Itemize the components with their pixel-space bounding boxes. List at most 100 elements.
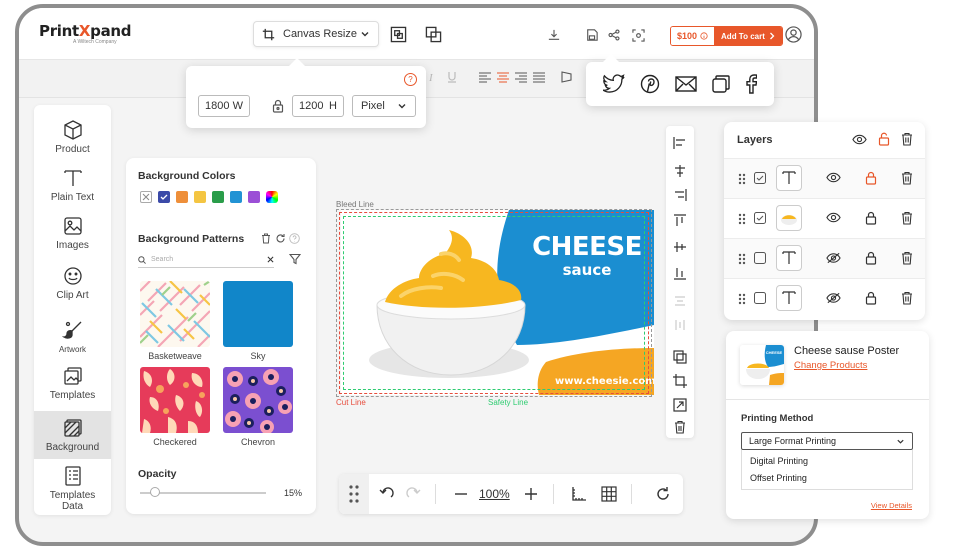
layer-checkbox[interactable] [754,252,768,266]
color-swatch-purple[interactable] [248,191,260,203]
drag-handle[interactable] [339,474,369,514]
sidebar-item-templates[interactable]: Templates [34,359,111,407]
color-swatch-orange[interactable] [176,191,188,203]
lock-icon[interactable] [865,211,879,225]
mail-icon[interactable] [675,76,697,92]
align-top-left-icon[interactable] [673,136,687,150]
trash-icon[interactable] [261,233,271,244]
layer-checkbox[interactable] [754,212,768,226]
reset-icon[interactable] [655,486,671,502]
color-swatch-yellow[interactable] [194,191,206,203]
width-input[interactable]: 1800 W [198,95,250,117]
sidebar-item-templates-data[interactable]: Templates Data [34,459,111,515]
sidebar-item-background[interactable]: Background [34,411,111,459]
eye-icon[interactable] [826,172,841,186]
pattern-search-input[interactable]: Search [138,252,274,268]
trash-icon[interactable] [901,211,915,225]
sidebar-item-plain-text[interactable]: Plain Text [34,161,111,209]
drag-handle-icon[interactable] [738,212,752,226]
italic-icon[interactable]: I [427,71,441,85]
eye-icon[interactable] [826,212,841,226]
trash-icon[interactable] [901,251,915,265]
delete-icon[interactable] [673,420,687,434]
redo-icon[interactable] [405,486,421,502]
layer-row[interactable] [724,198,925,238]
sidebar-item-images[interactable]: Images [34,209,111,257]
align-top-edge-icon[interactable] [673,214,687,228]
align-justify-icon[interactable] [533,71,547,85]
canvas-resize-button[interactable]: Canvas Resize [253,21,379,47]
opacity-slider-handle[interactable] [150,487,160,497]
download-icon[interactable] [547,28,561,42]
resize-icon[interactable] [673,398,687,412]
pattern-basketweave[interactable] [140,281,210,347]
align-left-icon[interactable] [479,71,493,85]
eye-icon[interactable] [852,134,867,145]
distribute-v-icon[interactable] [673,318,687,332]
save-icon[interactable] [585,28,599,42]
eye-off-icon[interactable] [826,292,841,306]
underline-icon[interactable] [447,71,461,85]
help-icon[interactable] [289,233,300,244]
unit-select[interactable]: Pixel [352,95,416,117]
align-h-center-icon[interactable] [673,164,687,178]
option-digital-printing[interactable]: Digital Printing [750,456,808,466]
unlock-icon[interactable] [878,132,890,146]
trash-icon[interactable] [901,291,915,305]
trash-icon[interactable] [901,132,913,146]
trash-icon[interactable] [901,171,915,185]
layer-checkbox[interactable] [754,292,768,306]
lock-icon[interactable] [865,171,879,185]
printing-method-select[interactable]: Large Format Printing [741,432,913,450]
color-swatch-none[interactable] [140,191,152,203]
lock-icon[interactable] [865,291,879,305]
group-icon[interactable] [388,24,408,44]
lock-icon[interactable] [865,251,879,265]
sidebar-item-product[interactable]: Product [34,113,111,161]
user-avatar-icon[interactable] [784,25,802,43]
copy-icon[interactable] [712,75,730,93]
align-right-icon[interactable] [515,71,529,85]
layer-row[interactable] [724,158,925,198]
pattern-checkered[interactable] [140,367,210,433]
zoom-level[interactable]: 100% [479,487,510,501]
sidebar-item-artwork[interactable]: Artwork [34,313,111,361]
lock-ratio-icon[interactable] [272,99,284,113]
refresh-icon[interactable] [275,233,286,244]
add-to-cart-button[interactable]: Add To cart [714,27,782,45]
align-right-edge-icon[interactable] [673,188,687,202]
ruler-icon[interactable] [571,486,587,502]
facebook-icon[interactable] [745,74,757,94]
layer-row[interactable] [724,238,925,278]
flip-icon[interactable] [561,71,575,85]
zoom-in-icon[interactable] [523,486,539,502]
option-offset-printing[interactable]: Offset Printing [750,473,807,483]
drag-handle-icon[interactable] [738,172,752,186]
layer-checkbox[interactable] [754,172,768,186]
pattern-sky[interactable] [223,281,293,347]
color-swatch-blue-selected[interactable] [158,191,170,203]
eye-off-icon[interactable] [826,252,841,266]
view-details-link[interactable]: View Details [871,501,912,510]
height-input[interactable]: 1200 H [292,95,344,117]
color-swatch-sky[interactable] [230,191,242,203]
distribute-h-icon[interactable] [673,294,687,308]
ungroup-icon[interactable] [423,24,443,44]
undo-icon[interactable] [379,486,395,502]
twitter-icon[interactable] [603,74,625,94]
drag-handle-icon[interactable] [738,292,752,306]
filter-icon[interactable] [289,253,301,265]
pattern-chevron[interactable] [223,367,293,433]
clear-icon[interactable] [267,256,274,263]
color-picker-icon[interactable] [266,191,278,203]
help-icon[interactable]: ? [404,73,417,86]
drag-handle-icon[interactable] [738,252,752,266]
crop-tool-icon[interactable] [673,374,687,388]
sidebar-item-clip-art[interactable]: Clip Art [34,259,111,307]
color-swatch-green[interactable] [212,191,224,203]
layer-row[interactable] [724,278,925,318]
align-center-icon[interactable] [497,71,511,85]
pinterest-icon[interactable] [640,74,660,94]
align-v-center-icon[interactable] [673,240,687,254]
change-products-link[interactable]: Change Products [794,360,867,371]
